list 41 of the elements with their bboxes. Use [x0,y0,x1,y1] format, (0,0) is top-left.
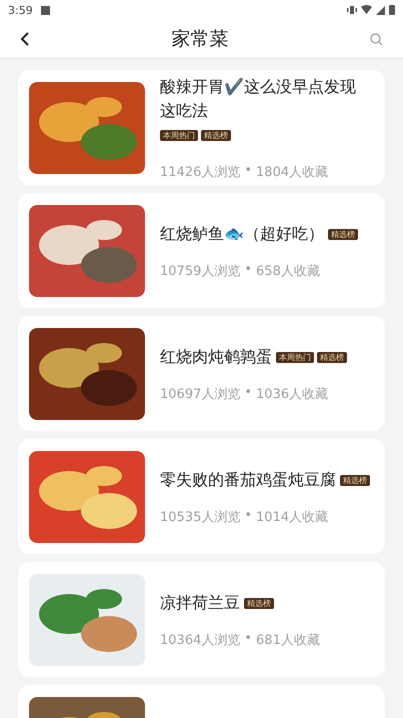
ranking-tag: 本周热门 [160,130,198,141]
separator-dot: • [244,262,252,278]
recipe-card[interactable]: 红烧肉炖鹌鹑蛋 本周热门 精选榜 10697人浏览 • 1036人收藏 [18,316,385,431]
separator-dot: • [244,508,252,524]
separator-dot: • [244,162,252,180]
recipe-card[interactable]: 凉拌荷兰豆 精选榜 10364人浏览 • 681人收藏 [18,562,385,677]
favorite-count: 1804人收藏 [256,164,328,180]
vibrate-icon [347,5,357,15]
signal-icon [376,6,385,14]
status-time: 3:59 [8,4,33,16]
page-title: 家常菜 [172,27,228,52]
notification-icon [40,6,50,14]
view-count: 10364人浏览 [160,632,240,648]
separator-dot: • [244,384,252,402]
separator-dot: • [244,630,252,648]
back-button[interactable] [20,31,30,47]
recipe-title: 红烧鲈鱼🐟（超好吃） [160,222,324,244]
recipe-card[interactable]: 零失败的番茄鸡蛋炖豆腐 精选榜 10535人浏览 • 1014人收藏 [18,439,385,554]
battery-icon [389,5,395,15]
view-count: 10535人浏览 [160,508,240,526]
ranking-tag: 精选榜 [340,474,370,486]
favorite-count: 658人收藏 [256,262,320,280]
recipe-title: 零失败的番茄鸡蛋炖豆腐 [160,468,336,490]
search-button[interactable] [370,32,383,46]
view-count: 11426人浏览 [160,164,240,180]
view-count: 10697人浏览 [160,386,240,402]
favorite-count: 1014人收藏 [256,508,328,526]
ranking-tag: 精选榜 [317,352,347,363]
recipe-card[interactable]: 酸辣开胃✔这么没早点发现这吃法 本周热门 精选榜 11426人浏览 • 1804人收藏 [18,70,385,185]
recipe-title: 凉拌荷兰豆 [160,592,240,614]
recipe-title: 酸辣开胃✔这么没早点发现这吃法 [160,76,357,122]
wifi-icon [361,5,372,15]
ranking-tag: 精选榜 [244,598,274,609]
recipe-title: 红烧肉炖鹌鹑蛋 [160,346,272,368]
ranking-tag: 本周热门 [276,352,314,363]
favorite-count: 1036人收藏 [256,386,328,402]
favorite-count: 681人收藏 [256,632,320,648]
recipe-card[interactable]: 红烧鲈鱼🐟（超好吃） 精选榜 10759人浏览 • 658人收藏 [18,193,385,308]
ranking-tag: 精选榜 [328,228,358,240]
ranking-tag: 精选榜 [201,130,231,141]
view-count: 10759人浏览 [160,262,240,280]
